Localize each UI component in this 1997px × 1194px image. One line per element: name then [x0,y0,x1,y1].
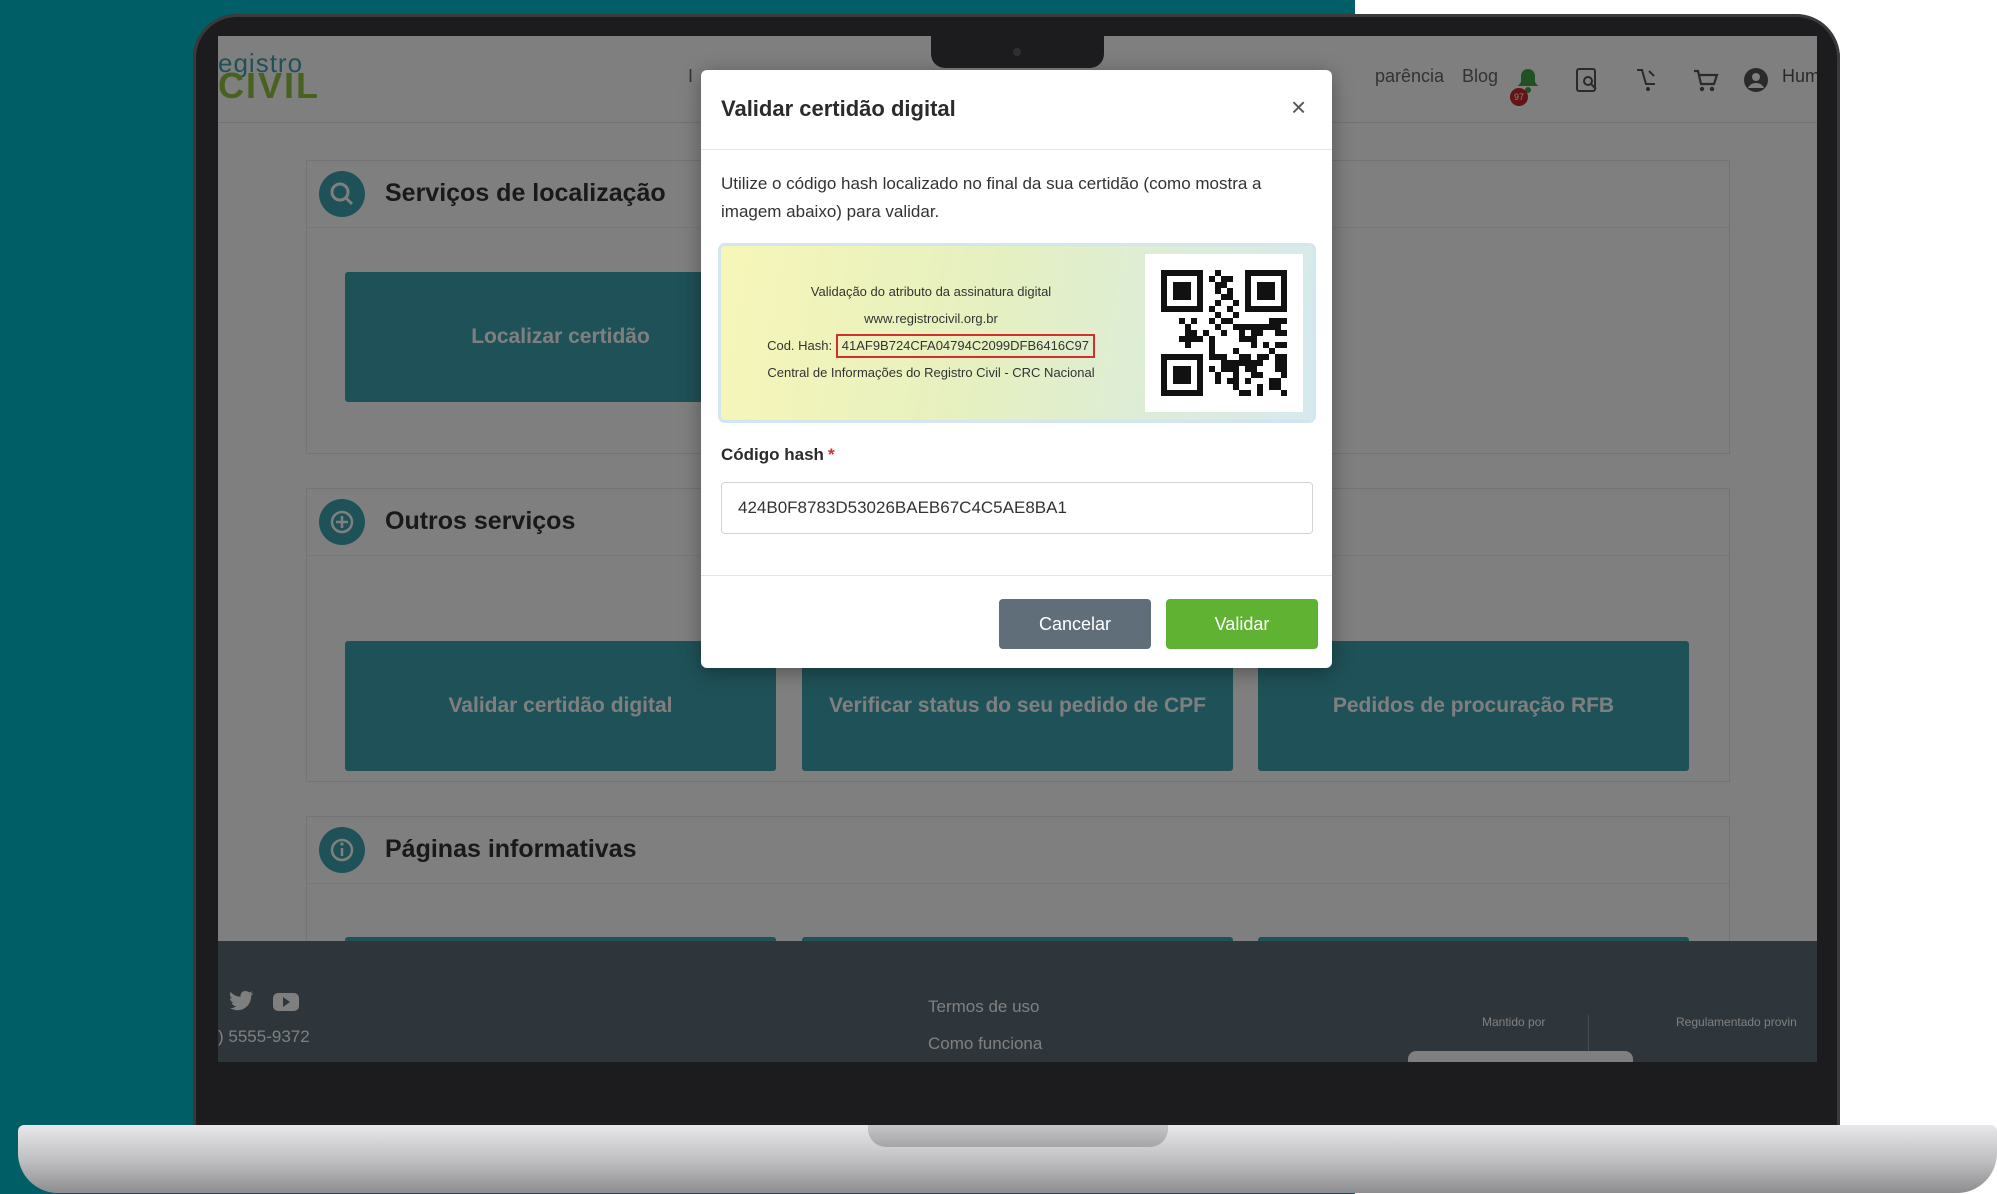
modal-title: Validar certidão digital [721,96,956,121]
hash-field-label: Código hash * [721,445,835,465]
sample-hash-prefix: Cod. Hash: [767,338,833,353]
validate-modal: Validar certidão digital × Utilize o cód… [701,70,1332,668]
modal-footer-divider [701,575,1332,576]
camera-icon [1013,48,1021,56]
qr-code-icon [1145,254,1303,412]
sample-line-1: Validação do atributo da assinatura digi… [810,284,1052,299]
modal-description: Utilize o código hash localizado no fina… [721,174,1262,221]
sample-hash-line: Cod. Hash: 41AF9B724CFA04794C2099DFB6416… [721,332,1141,359]
certificate-sample-image: Validação do atributo da assinatura digi… [721,246,1313,420]
camera-notch [931,36,1104,68]
cancel-button[interactable]: Cancelar [999,599,1151,649]
sample-hash-value: 41AF9B724CFA04794C2099DFB6416C97 [835,334,1095,358]
sample-text: Validação do atributo da assinatura digi… [721,278,1141,386]
required-marker: * [827,445,835,464]
hash-input[interactable] [721,482,1313,534]
sample-line-4: Central de Informações do Registro Civil… [767,365,1095,380]
close-icon[interactable]: × [1291,92,1306,123]
validate-button[interactable]: Validar [1166,599,1318,649]
laptop-base-notch [868,1125,1168,1147]
sample-line-2: www.registrocivil.org.br [864,311,998,326]
hash-label-text: Código hash [721,445,824,464]
laptop-screen: egistro CIVIL I parência Blog 97 Hum S [218,36,1817,1062]
modal-divider [701,149,1332,150]
